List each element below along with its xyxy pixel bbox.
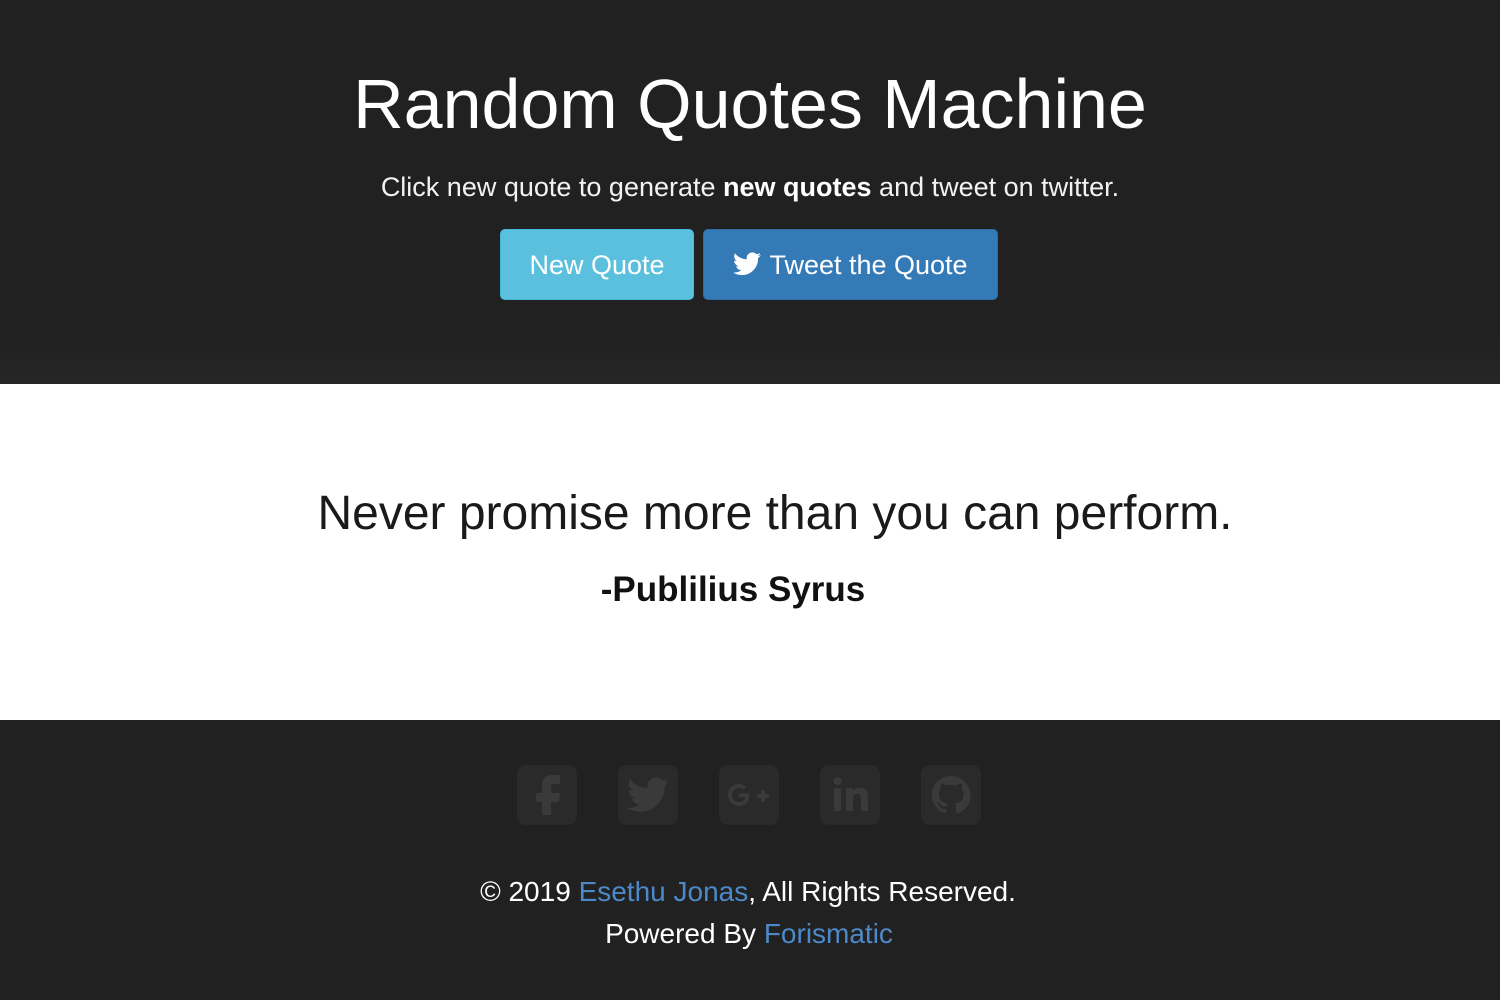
powered-by-prefix: Powered By	[605, 918, 764, 949]
copyright-text: © 2019 Esethu Jonas, All Rights Reserved…	[0, 874, 1496, 910]
linkedin-icon[interactable]	[820, 765, 880, 825]
page-title: Random Quotes Machine	[353, 65, 1147, 143]
author-link[interactable]: Esethu Jonas	[579, 876, 749, 907]
tweet-button-label: Tweet the Quote	[769, 250, 968, 280]
subtitle: Click new quote to generate new quotes a…	[0, 170, 1500, 204]
footer: © 2019 Esethu Jonas, All Rights Reserved…	[0, 720, 1500, 1000]
powered-by-text: Powered By Forismatic	[0, 916, 1498, 952]
copyright-prefix: © 2019	[480, 876, 579, 907]
forismatic-link[interactable]: Forismatic	[764, 918, 893, 949]
copyright-suffix: , All Rights Reserved.	[748, 876, 1016, 907]
tweet-quote-button[interactable]: Tweet the Quote	[703, 229, 998, 300]
new-quote-button[interactable]: New Quote	[500, 229, 694, 300]
subtitle-bold-text: new quotes	[723, 172, 872, 202]
quote-text: Never promise more than you can perform.	[317, 487, 1233, 540]
subtitle-text-start: Click new quote to generate	[380, 172, 724, 202]
quote-section: Never promise more than you can perform.…	[0, 384, 1500, 720]
header: Random Quotes Machine Click new quote to…	[0, 0, 1500, 384]
google-plus-icon[interactable]	[719, 765, 779, 825]
github-icon[interactable]	[921, 765, 981, 825]
facebook-icon[interactable]	[517, 765, 577, 825]
subtitle-text-end: and tweet on twitter.	[871, 172, 1120, 202]
twitter-icon[interactable]	[618, 765, 678, 825]
twitter-bird-icon	[733, 252, 762, 276]
quote-author: -Publilius Syrus	[600, 570, 866, 609]
